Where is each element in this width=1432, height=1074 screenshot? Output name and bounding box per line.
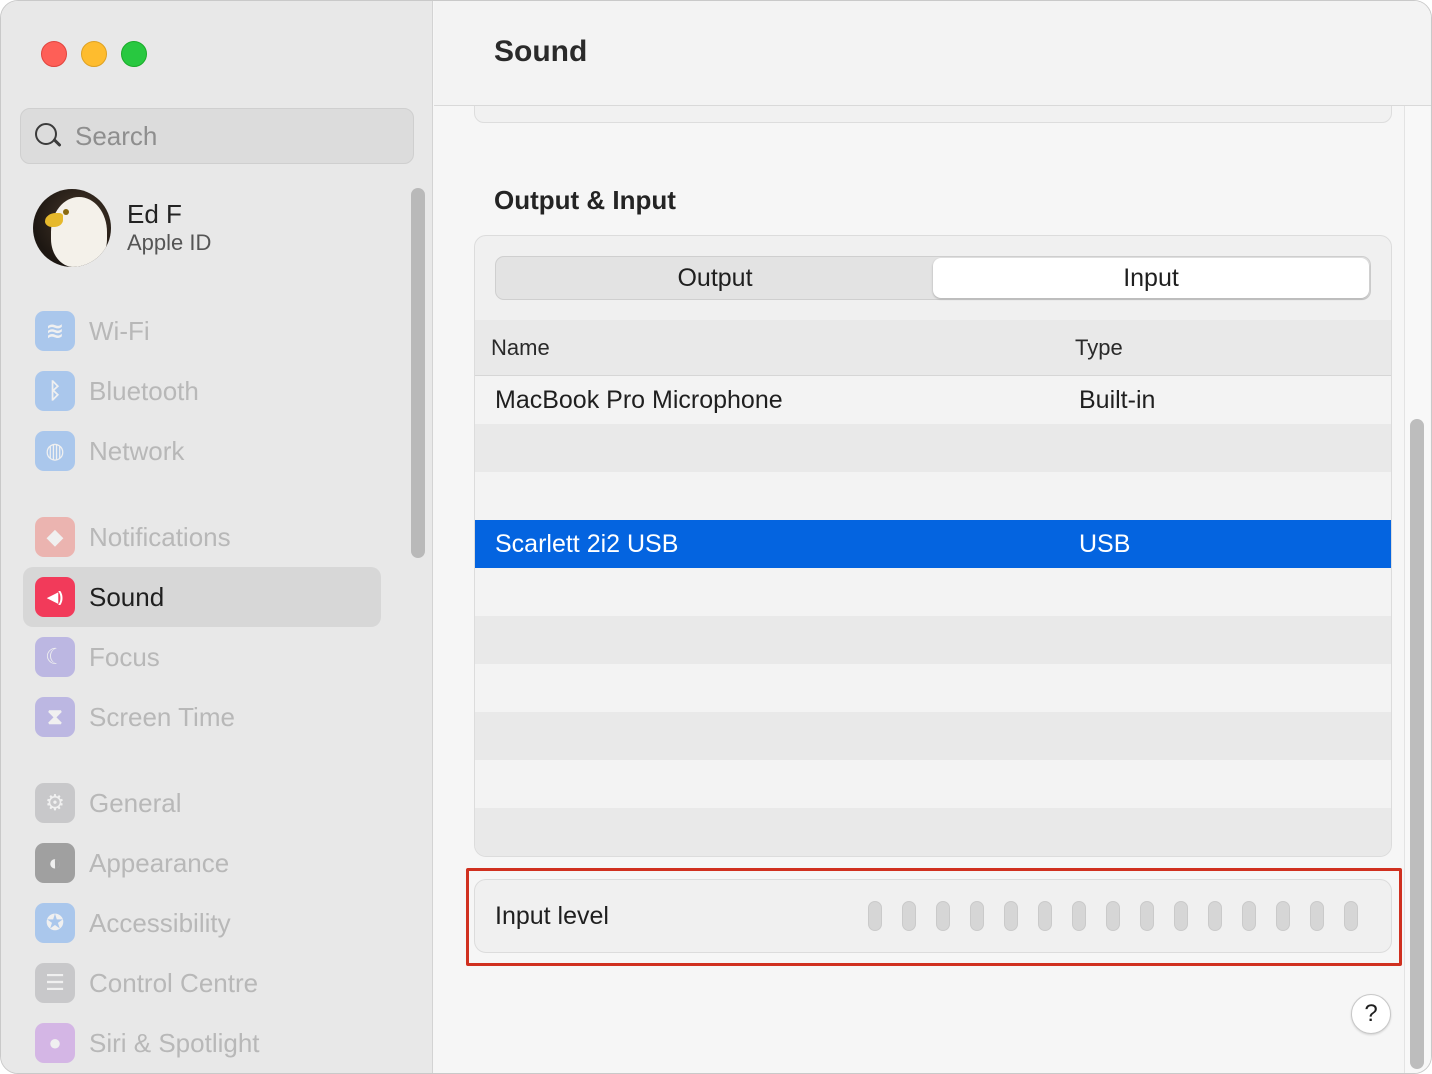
sidebar-item-focus[interactable]: ☾ Focus [23,627,381,687]
table-row[interactable] [475,616,1391,664]
output-input-panel: Output Input Name Type MacBook Pro Micro… [474,235,1392,857]
apple-id-profile[interactable]: Ed F Apple ID [33,189,211,267]
bell-icon: ◆ [35,517,75,557]
sidebar-item-label: Wi-Fi [89,315,150,346]
siri-icon: ● [35,1023,75,1063]
wifi-icon: ≋ [35,311,75,351]
avatar [33,189,111,267]
device-name: Scarlett 2i2 USB [495,529,679,558]
accessibility-icon: ✪ [35,903,75,943]
level-segment [1208,901,1222,931]
toggles-icon: ☰ [35,963,75,1003]
help-button[interactable]: ? [1351,994,1391,1034]
table-row[interactable] [475,712,1391,760]
device-type: USB [1079,529,1131,558]
table-row[interactable] [475,664,1391,712]
main-content: Sound Output & Input Output Input Name T… [434,1,1431,1073]
speaker-icon: ◀) [35,577,75,617]
table-row[interactable] [475,760,1391,808]
level-segment [902,901,916,931]
sidebar-item-control-centre[interactable]: ☰ Control Centre [23,953,381,1013]
level-segment [1004,901,1018,931]
tab-input[interactable]: Input [933,258,1369,298]
sidebar-item-label: Appearance [89,847,230,878]
sidebar-item-sound[interactable]: ◀) Sound [23,567,381,627]
zoom-button[interactable] [121,41,147,67]
section-title: Output & Input [494,185,676,215]
table-row[interactable]: Scarlett 2i2 USB USB [475,520,1391,568]
level-segment [1310,901,1324,931]
sidebar-item-notifications[interactable]: ◆ Notifications [23,507,381,567]
title-bar: Sound [434,1,1431,106]
level-segment [868,901,882,931]
window-controls [41,41,147,67]
search-icon [33,121,63,151]
level-segment [1140,901,1154,931]
device-table: Name Type MacBook Pro Microphone Built-in… [475,320,1391,856]
sidebar: Ed F Apple ID ≋ Wi-Fi ᛒ Bluetooth ◍ Network ◆ N… [1,1,433,1073]
level-segment [1072,901,1086,931]
sidebar-item-label: Network [89,435,185,466]
device-type: Built-in [1079,385,1156,414]
level-segment [1276,901,1290,931]
table-row[interactable] [475,568,1391,616]
gear-icon: ⚙ [35,783,75,823]
column-header-type[interactable]: Type [1075,335,1123,361]
level-segment [1106,901,1120,931]
sidebar-item-label: Focus [89,641,160,672]
table-row[interactable] [475,424,1391,472]
sidebar-item-siri-spotlight[interactable]: ● Siri & Spotlight [23,1013,381,1073]
moon-icon: ☾ [35,637,75,677]
table-row[interactable] [475,808,1391,856]
input-level-meter [868,901,1358,931]
sidebar-item-appearance[interactable]: ◐ Appearance [23,833,381,893]
sidebar-item-general[interactable]: ⚙ General [23,773,381,833]
table-row[interactable] [475,472,1391,520]
sidebar-item-wi-fi[interactable]: ≋ Wi-Fi [23,301,381,361]
sidebar-item-label: Sound [89,581,165,612]
sidebar-item-bluetooth[interactable]: ᛒ Bluetooth [23,361,381,421]
tab-output[interactable]: Output [497,258,933,298]
output-input-segmented-control: Output Input [495,256,1371,300]
search-field[interactable] [20,108,414,164]
sidebar-item-label: Notifications [89,521,231,552]
sidebar-item-label: General [89,787,182,818]
page-title: Sound [494,35,588,68]
close-button[interactable] [41,41,67,67]
level-segment [1344,901,1358,931]
profile-subtitle: Apple ID [127,230,212,255]
level-segment [1038,901,1052,931]
globe-icon: ◍ [35,431,75,471]
bluetooth-icon: ᛒ [35,371,75,411]
input-level-label: Input level [495,902,609,930]
sidebar-item-label: Screen Time [89,701,235,732]
sidebar-item-screen-time[interactable]: ⧗ Screen Time [23,687,381,747]
appearance-icon: ◐ [35,843,75,883]
sidebar-item-label: Bluetooth [89,375,199,406]
input-level-panel: Input level [474,879,1392,953]
profile-name: Ed F [127,199,182,229]
table-header: Name Type [475,320,1391,376]
sidebar-item-accessibility[interactable]: ✪ Accessibility [23,893,381,953]
level-segment [1174,901,1188,931]
column-header-name[interactable]: Name [491,335,550,361]
table-row[interactable]: MacBook Pro Microphone Built-in [475,376,1391,424]
sidebar-item-label: Control Centre [89,967,259,998]
sidebar-item-label: Siri & Spotlight [89,1027,260,1058]
settings-window: Ed F Apple ID ≋ Wi-Fi ᛒ Bluetooth ◍ Network ◆ N… [0,0,1432,1074]
search-input[interactable] [75,120,395,152]
level-segment [970,901,984,931]
main-scrollbar[interactable] [1410,419,1424,1069]
sidebar-item-network[interactable]: ◍ Network [23,421,381,481]
device-name: MacBook Pro Microphone [495,385,783,414]
sidebar-scrollbar[interactable] [411,188,425,558]
sidebar-item-label: Accessibility [89,907,231,938]
hourglass-icon: ⧗ [35,697,75,737]
level-segment [936,901,950,931]
minimize-button[interactable] [81,41,107,67]
level-segment [1242,901,1256,931]
